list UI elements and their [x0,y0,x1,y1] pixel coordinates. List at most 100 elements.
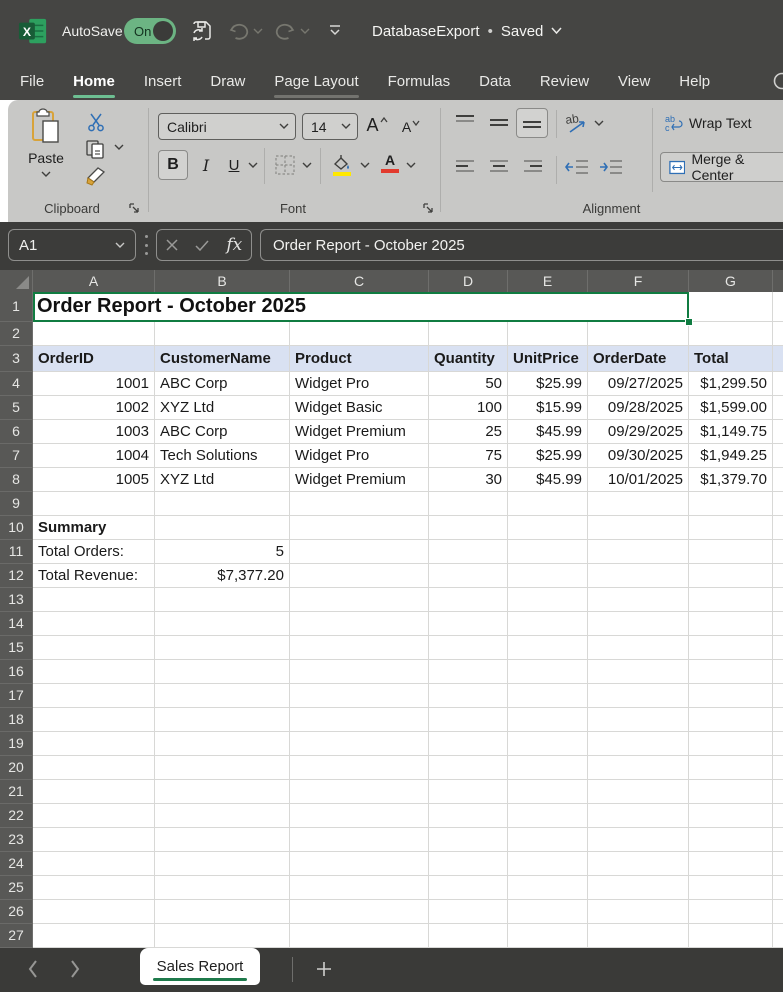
cell-F9[interactable] [588,492,689,516]
row-header-7[interactable]: 7 [0,444,33,468]
cell-D7[interactable]: 75 [429,444,508,468]
cell-G5[interactable]: $1,599.00 [689,396,773,420]
paste-button[interactable]: Paste [20,108,72,200]
row-header-2[interactable]: 2 [0,322,33,346]
search-icon[interactable] [772,70,783,92]
bottom-align-button[interactable] [516,108,548,138]
cell-A20[interactable] [33,756,155,780]
cell-G13[interactable] [689,588,773,612]
cell-D23[interactable] [429,828,508,852]
cell-A6[interactable]: 1003 [33,420,155,444]
insert-function-icon[interactable]: fx [226,235,242,255]
cell-F22[interactable] [588,804,689,828]
cell-C22[interactable] [290,804,429,828]
row-header-23[interactable]: 23 [0,828,33,852]
cell-B16[interactable] [155,660,290,684]
cell-G18[interactable] [689,708,773,732]
cell-F18[interactable] [588,708,689,732]
cell-A21[interactable] [33,780,155,804]
column-header-E[interactable]: E [508,270,588,292]
cell-C7[interactable]: Widget Pro [290,444,429,468]
cell-B14[interactable] [155,612,290,636]
font-size-combo[interactable]: 14 [302,113,358,140]
menu-item-formulas[interactable]: Formulas [388,62,451,100]
column-header-B[interactable]: B [155,270,290,292]
cell-C20[interactable] [290,756,429,780]
cell-B4[interactable]: ABC Corp [155,372,290,396]
cell-F7[interactable]: 09/30/2025 [588,444,689,468]
cell-B12[interactable]: $7,377.20 [155,564,290,588]
cell-D27[interactable] [429,924,508,948]
cell-E11[interactable] [508,540,588,564]
cell-F1[interactable] [588,292,689,322]
cell-F4[interactable]: 09/27/2025 [588,372,689,396]
cell-A5[interactable]: 1002 [33,396,155,420]
cell-C27[interactable] [290,924,429,948]
cell-F5[interactable]: 09/28/2025 [588,396,689,420]
cell-B17[interactable] [155,684,290,708]
cell-G10[interactable] [689,516,773,540]
enter-check-icon[interactable] [195,240,209,251]
redo-menu-chevron-icon[interactable] [300,28,310,35]
cell-F17[interactable] [588,684,689,708]
wrap-text-button[interactable]: ab c Wrap Text [664,114,752,132]
menu-item-review[interactable]: Review [540,62,589,100]
cell-E10[interactable] [508,516,588,540]
cell-G6[interactable]: $1,149.75 [689,420,773,444]
font-dialog-launcher-icon[interactable] [422,202,434,214]
prev-sheet-arrow-icon[interactable] [26,958,40,980]
cell-G16[interactable] [689,660,773,684]
align-left-icon[interactable] [454,158,476,176]
cell-B22[interactable] [155,804,290,828]
next-sheet-arrow-icon[interactable] [68,958,82,980]
cell-B8[interactable]: XYZ Ltd [155,468,290,492]
cell-C1[interactable] [290,292,429,322]
cell-E5[interactable]: $15.99 [508,396,588,420]
cell-D19[interactable] [429,732,508,756]
cell-G3[interactable]: Total [689,346,773,372]
menu-item-home[interactable]: Home [73,62,115,100]
cell-A4[interactable]: 1001 [33,372,155,396]
cell-D13[interactable] [429,588,508,612]
cell-A14[interactable] [33,612,155,636]
cell-C14[interactable] [290,612,429,636]
menu-item-data[interactable]: Data [479,62,511,100]
undo-menu-chevron-icon[interactable] [253,28,263,35]
document-title[interactable]: DatabaseExport • Saved [372,0,562,62]
cell-D18[interactable] [429,708,508,732]
cell-B26[interactable] [155,900,290,924]
cell-B7[interactable]: Tech Solutions [155,444,290,468]
cell-E22[interactable] [508,804,588,828]
cell-E9[interactable] [508,492,588,516]
copy-icon[interactable] [84,138,106,160]
column-header-A[interactable]: A [33,270,155,292]
row-header-8[interactable]: 8 [0,468,33,492]
cell-E21[interactable] [508,780,588,804]
cell-F25[interactable] [588,876,689,900]
cell-B24[interactable] [155,852,290,876]
cell-F12[interactable] [588,564,689,588]
cell-C3[interactable]: Product [290,346,429,372]
column-header-F[interactable]: F [588,270,689,292]
align-center-icon[interactable] [488,158,510,176]
cell-E24[interactable] [508,852,588,876]
cell-D11[interactable] [429,540,508,564]
cell-B6[interactable]: ABC Corp [155,420,290,444]
shrink-font-button[interactable]: A [398,113,424,141]
cell-B11[interactable]: 5 [155,540,290,564]
cell-D16[interactable] [429,660,508,684]
fill-handle[interactable] [685,318,693,326]
cell-C17[interactable] [290,684,429,708]
row-header-3[interactable]: 3 [0,346,33,372]
cell-B25[interactable] [155,876,290,900]
cell-D4[interactable]: 50 [429,372,508,396]
bold-button[interactable]: B [158,150,188,180]
format-painter-icon[interactable] [84,164,108,188]
cell-A9[interactable] [33,492,155,516]
formula-input[interactable]: Order Report - October 2025 [260,229,783,261]
menu-item-help[interactable]: Help [679,62,710,100]
align-right-icon[interactable] [522,158,544,176]
cell-E7[interactable]: $25.99 [508,444,588,468]
cell-F26[interactable] [588,900,689,924]
row-header-15[interactable]: 15 [0,636,33,660]
